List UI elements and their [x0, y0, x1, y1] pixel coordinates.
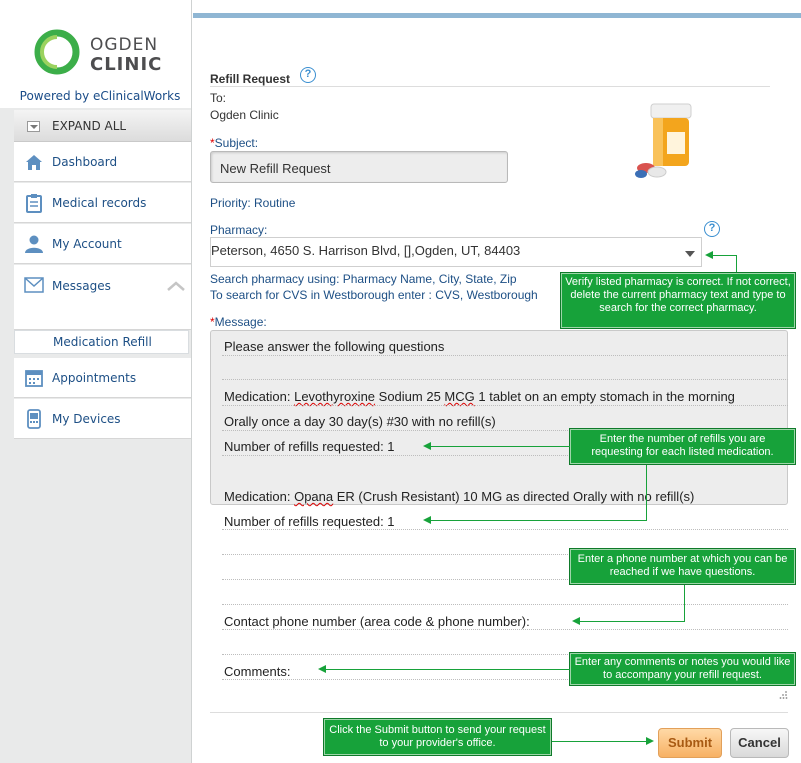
chevron-up-icon[interactable]	[167, 281, 185, 291]
callout-arrow-icon	[705, 251, 713, 259]
callout-connector	[430, 520, 647, 521]
callout-submit: Click the Submit button to send your req…	[323, 718, 552, 756]
message-line-contact: Contact phone number (area code & phone …	[224, 614, 530, 629]
to-value: Ogden Clinic	[210, 108, 279, 122]
clinic-logo-text: OGDEN CLINIC	[90, 35, 163, 75]
sidebar-item-appointments[interactable]: Appointments	[14, 358, 191, 398]
message-label: *Message:	[210, 315, 267, 329]
message-rule	[222, 405, 788, 406]
med1-name-c: MCG	[444, 389, 475, 404]
to-label: To:	[210, 91, 227, 105]
med1-rest: 1 tablet on an empty stomach in the morn…	[474, 389, 735, 404]
pharmacy-label: Pharmacy:	[210, 223, 268, 237]
device-icon	[27, 409, 41, 429]
med2-prefix: Medication:	[224, 489, 295, 504]
callout-arrow-icon	[318, 665, 326, 673]
subject-label-text: Subject:	[214, 136, 259, 150]
logo-line-2: CLINIC	[90, 54, 163, 75]
sidebar: OGDEN CLINIC Powered by eClinicalWorks E…	[0, 0, 192, 763]
clipboard-icon	[26, 194, 42, 213]
home-icon	[26, 155, 42, 170]
callout-connector	[684, 585, 685, 622]
sidebar-item-label: My Account	[52, 237, 122, 251]
medication-bottle-icon	[635, 103, 692, 178]
pharmacy-help-icon[interactable]: ?	[704, 221, 720, 237]
callout-connector	[552, 741, 646, 742]
message-line-sig-1: Orally once a day 30 day(s) #30 with no …	[224, 414, 496, 429]
sidebar-item-label: Dashboard	[52, 155, 118, 169]
pharmacy-search-example: To search for CVS in Westborough enter :…	[210, 288, 538, 302]
med2-rest: ER (Crush Resistant) 10 MG as directed O…	[333, 489, 695, 504]
pharmacy-select[interactable]: Peterson, 4650 S. Harrison Blvd, [],Ogde…	[210, 237, 702, 267]
callout-connector	[579, 621, 685, 622]
message-line-refills-2: Number of refills requested: 1	[224, 514, 395, 529]
message-line-medication-1: Medication: Levothyroxine Sodium 25 MCG …	[224, 389, 788, 404]
message-line-medication-2: Medication: Opana ER (Crush Resistant) 1…	[224, 489, 788, 504]
expand-toggle-icon	[27, 121, 40, 132]
message-rule	[222, 629, 788, 630]
med2-name: Opana	[294, 489, 334, 504]
cancel-button[interactable]: Cancel	[730, 728, 789, 758]
top-accent-bar	[193, 13, 801, 18]
message-rule	[222, 355, 788, 356]
sidebar-subitem-medication-refill[interactable]: Medication Refill	[14, 330, 189, 354]
callout-connector	[736, 255, 737, 273]
callout-arrow-icon	[646, 737, 654, 745]
callout-connector	[712, 255, 737, 256]
callout-comments: Enter any comments or notes you would li…	[569, 652, 796, 686]
callout-connector	[430, 446, 570, 447]
med1-name-a: Levothyroxine	[294, 389, 376, 404]
callout-phone: Enter a phone number at which you can be…	[569, 548, 796, 585]
message-label-text: Message:	[214, 315, 267, 329]
message-rule	[222, 529, 788, 530]
form-bottom-divider	[210, 712, 788, 713]
callout-refills: Enter the number of refills you are requ…	[569, 428, 796, 465]
callout-arrow-icon	[572, 617, 580, 625]
submit-button[interactable]: Submit	[658, 728, 722, 758]
resize-grip-icon[interactable]	[779, 690, 788, 699]
message-rule	[222, 604, 788, 605]
logo-line-1: OGDEN	[90, 35, 159, 55]
subject-label: *Subject:	[210, 136, 258, 150]
callout-connector	[646, 465, 647, 521]
envelope-icon	[24, 277, 44, 293]
logo-area: OGDEN CLINIC Powered by eClinicalWorks	[0, 0, 191, 108]
clinic-logo-icon	[34, 29, 80, 75]
sidebar-item-dashboard[interactable]: Dashboard	[14, 142, 191, 182]
sidebar-item-medical-records[interactable]: Medical records	[14, 183, 191, 223]
sidebar-item-label: My Devices	[52, 412, 121, 426]
calendar-icon	[25, 370, 43, 387]
sidebar-item-label: Appointments	[52, 371, 137, 385]
help-icon[interactable]: ?	[300, 67, 316, 83]
priority-text: Priority: Routine	[210, 196, 296, 210]
expand-all-label: EXPAND ALL	[52, 119, 127, 133]
sidebar-item-messages[interactable]: Messages	[14, 265, 191, 330]
pharmacy-value: Peterson, 4650 S. Harrison Blvd, [],Ogde…	[211, 243, 521, 258]
callout-pharmacy: Verify listed pharmacy is correct. If no…	[560, 272, 796, 329]
user-icon	[25, 235, 43, 253]
sidebar-subitem-label: Medication Refill	[53, 335, 152, 349]
pharmacy-search-hint: Search pharmacy using: Pharmacy Name, Ci…	[210, 272, 517, 286]
powered-by: Powered by eClinicalWorks	[19, 89, 181, 103]
sidebar-item-label: Medical records	[52, 196, 147, 210]
subject-input[interactable]: New Refill Request	[210, 151, 508, 183]
sidebar-item-label: Messages	[52, 279, 111, 293]
callout-arrow-icon	[423, 442, 431, 450]
title-divider	[210, 86, 770, 87]
sidebar-item-my-devices[interactable]: My Devices	[14, 399, 191, 439]
callout-arrow-icon	[423, 516, 431, 524]
expand-all-button[interactable]: EXPAND ALL	[14, 110, 191, 142]
sidebar-item-my-account[interactable]: My Account	[14, 224, 191, 264]
med1-name-b: Sodium 25	[375, 389, 445, 404]
callout-connector	[325, 669, 570, 670]
chevron-down-icon[interactable]	[685, 251, 695, 257]
page-title: Refill Request	[210, 72, 291, 86]
message-rule	[222, 379, 788, 380]
message-line-intro: Please answer the following questions	[224, 339, 445, 354]
med1-prefix: Medication:	[224, 389, 295, 404]
